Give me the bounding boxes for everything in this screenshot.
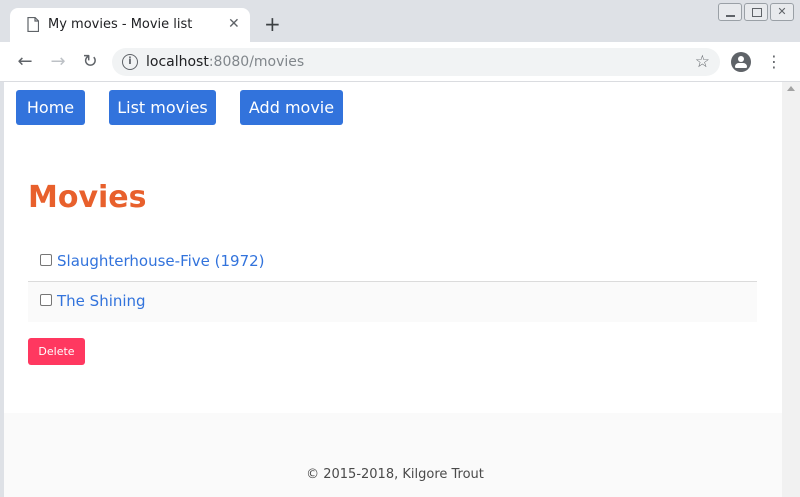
page-viewport: Home List movies Add movie Movies Slaugh… [4, 82, 782, 497]
url-host: localhost [146, 54, 209, 70]
url-path: :8080/movies [208, 54, 305, 70]
tab-title: My movies - Movie list [48, 17, 193, 32]
movie-checkbox[interactable] [40, 254, 52, 266]
browser-toolbar: ← → ↻ i localhost:8080/movies ☆ ⋮ [0, 42, 800, 82]
tab-close-icon[interactable]: ✕ [228, 16, 240, 32]
info-icon[interactable]: i [122, 54, 138, 70]
footer-copyright: © 2015-2018, Kilgore Trout [306, 467, 484, 482]
home-button[interactable]: Home [16, 90, 85, 125]
url-text[interactable]: localhost:8080/movies [146, 54, 304, 70]
close-window-button[interactable]: ✕ [770, 3, 794, 21]
back-arrow-icon[interactable]: ← [13, 50, 37, 74]
bookmark-star-icon[interactable]: ☆ [695, 52, 710, 72]
forward-arrow-icon[interactable]: → [46, 50, 70, 74]
vertical-scrollbar[interactable] [782, 82, 800, 497]
browser-tab[interactable]: My movies - Movie list ✕ [10, 8, 250, 42]
movie-table: Slaughterhouse-Five (1972) The Shining [28, 242, 757, 322]
menu-kebab-icon[interactable]: ⋮ [766, 51, 782, 73]
maximize-button[interactable] [744, 3, 768, 21]
footer: © 2015-2018, Kilgore Trout [4, 413, 782, 497]
new-tab-button[interactable]: + [264, 14, 281, 34]
window-controls: ✕ [718, 3, 794, 21]
account-icon[interactable] [731, 52, 751, 72]
table-row: Slaughterhouse-Five (1972) [28, 242, 757, 282]
movie-link[interactable]: The Shining [57, 292, 146, 310]
document-icon [27, 17, 39, 32]
page-title: Movies [28, 180, 147, 215]
reload-icon[interactable]: ↻ [78, 50, 102, 74]
scroll-up-arrow-icon[interactable] [787, 86, 795, 91]
movie-checkbox[interactable] [40, 294, 52, 306]
add-movie-button[interactable]: Add movie [240, 90, 343, 125]
browser-title-bar: My movies - Movie list ✕ + ✕ [0, 0, 800, 42]
minimize-button[interactable] [718, 3, 742, 21]
list-movies-button[interactable]: List movies [109, 90, 216, 125]
movie-link[interactable]: Slaughterhouse-Five (1972) [57, 252, 265, 270]
address-bar[interactable]: i localhost:8080/movies ☆ [112, 48, 720, 76]
table-row: The Shining [28, 282, 757, 322]
delete-button[interactable]: Delete [28, 338, 85, 365]
